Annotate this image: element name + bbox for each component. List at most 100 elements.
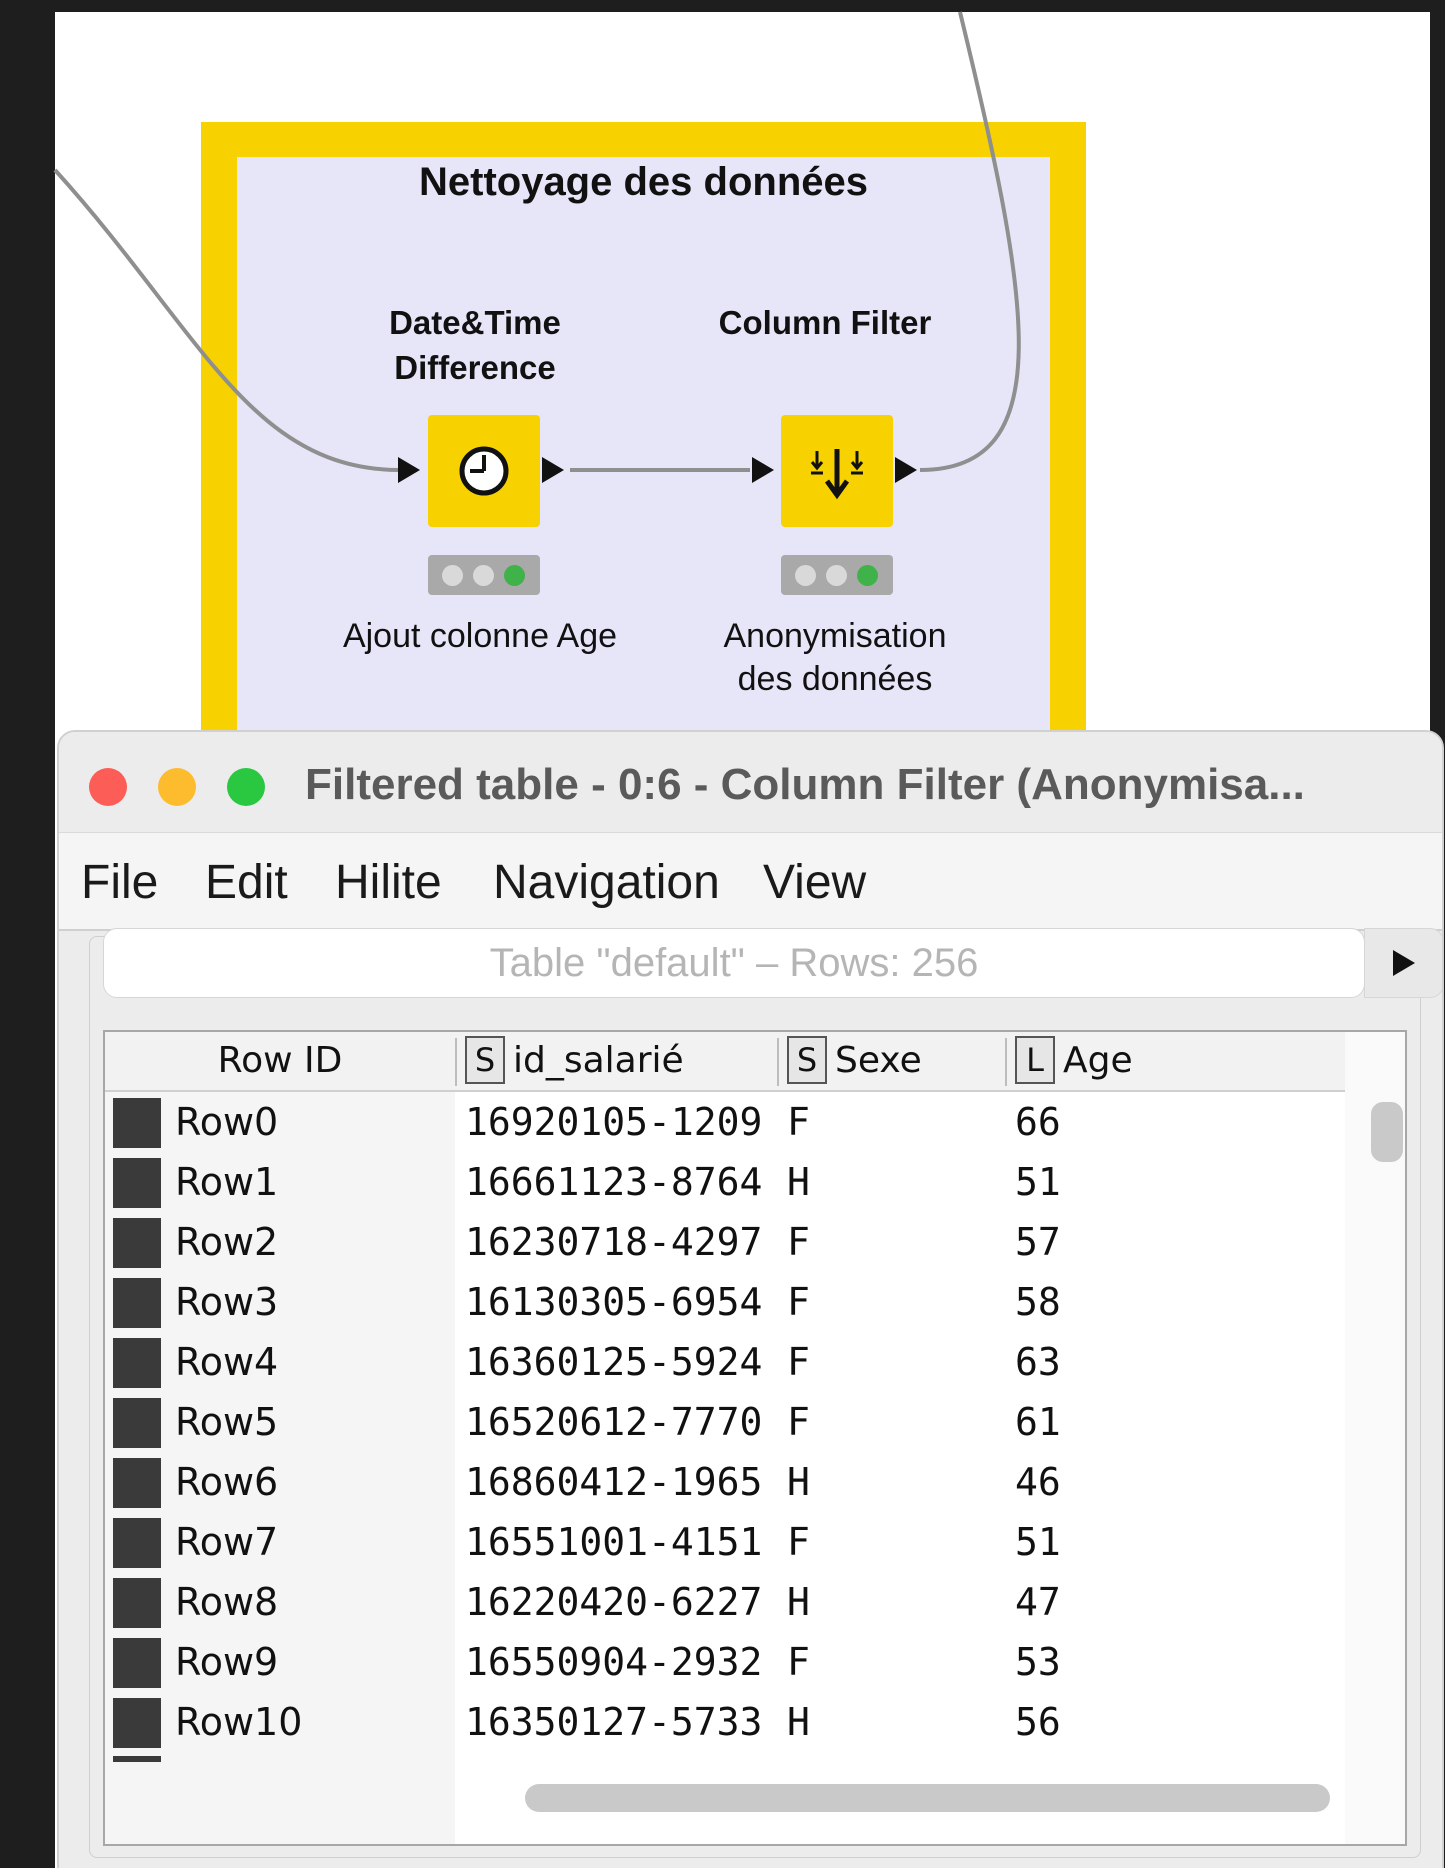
node-input-port[interactable] xyxy=(398,457,420,483)
row-color-marker xyxy=(113,1638,161,1688)
play-icon xyxy=(1393,950,1415,976)
cell-age: 53 xyxy=(1015,1640,1061,1684)
column-divider[interactable] xyxy=(1005,1038,1007,1086)
cell-sexe: H xyxy=(787,1160,810,1204)
cell-row-id: Row7 xyxy=(175,1520,279,1564)
column-header-label: Sexe xyxy=(835,1040,922,1081)
node-status-indicator xyxy=(781,555,893,595)
status-dot-green xyxy=(857,565,878,586)
connection-columnfilter-outgoing xyxy=(919,11,1021,472)
node-status-indicator xyxy=(428,555,540,595)
datetime-difference-node[interactable] xyxy=(428,415,540,527)
table-row[interactable]: Row1 16661123-8764 H 51 xyxy=(105,1152,1345,1212)
cell-age: 46 xyxy=(1015,1460,1061,1504)
column-header-rowid[interactable]: Row ID xyxy=(105,1032,455,1090)
table-name-field: Table "default" – Rows: 256 xyxy=(103,928,1365,998)
cell-id-salarie: 16220420-6227 xyxy=(465,1580,763,1624)
column-header-id-salarie[interactable]: Sid_salarié xyxy=(465,1032,765,1090)
cell-sexe: F xyxy=(787,1400,810,1444)
cell-row-id: Row8 xyxy=(175,1580,279,1624)
cell-sexe: F xyxy=(787,1520,810,1564)
connection-incoming-left xyxy=(53,168,401,472)
node-label-anonymisation[interactable]: Anonymisation des données xyxy=(680,615,990,701)
row-color-marker xyxy=(113,1458,161,1508)
row-color-marker xyxy=(113,1578,161,1628)
table-navigate-button[interactable] xyxy=(1364,928,1442,998)
column-divider[interactable] xyxy=(455,1038,457,1086)
node-output-port[interactable] xyxy=(895,457,917,483)
table-row[interactable]: Row6 16860412-1965 H 46 xyxy=(105,1452,1345,1512)
node-label-line1: Anonymisation xyxy=(723,617,947,655)
horizontal-scrollbar-thumb[interactable] xyxy=(525,1784,1330,1812)
node-name-line1: Date&Time xyxy=(389,304,561,341)
window-close-button[interactable] xyxy=(89,768,127,806)
column-filter-node[interactable] xyxy=(781,415,893,527)
node-output-port[interactable] xyxy=(542,457,564,483)
node-name-line2: Column Filter xyxy=(718,304,932,341)
cell-id-salarie: 16550904-2932 xyxy=(465,1640,763,1684)
cell-age: 58 xyxy=(1015,1280,1061,1324)
menu-file[interactable]: File xyxy=(81,855,158,910)
status-dot-red xyxy=(795,565,816,586)
clock-icon xyxy=(459,446,509,496)
cell-row-id: Row5 xyxy=(175,1400,279,1444)
node-input-port[interactable] xyxy=(752,457,774,483)
string-type-icon: S xyxy=(787,1036,827,1084)
menu-edit[interactable]: Edit xyxy=(205,855,288,910)
cell-id-salarie: 16350127-5733 xyxy=(465,1700,763,1744)
cell-sexe: H xyxy=(787,1580,810,1624)
table-row[interactable]: Row2 16230718-4297 F 57 xyxy=(105,1212,1345,1272)
status-dot-yellow xyxy=(473,565,494,586)
window-minimize-button[interactable] xyxy=(158,768,196,806)
node-label-line1: Ajout colonne Age xyxy=(342,617,618,655)
node-label-line2: des données xyxy=(737,660,933,698)
window-title: Filtered table - 0:6 - Column Filter (An… xyxy=(305,760,1305,809)
cell-age: 66 xyxy=(1015,1100,1061,1144)
column-header-sexe[interactable]: S Sexe xyxy=(787,1032,987,1090)
string-type-icon: S xyxy=(465,1036,505,1084)
menu-navigation[interactable]: Navigation xyxy=(493,855,720,910)
table-row[interactable]: Row3 16130305-6954 F 58 xyxy=(105,1272,1345,1332)
filtered-table-window[interactable]: Filtered table - 0:6 - Column Filter (An… xyxy=(57,730,1444,1868)
table-row[interactable]: Row7 16551001-4151 F 51 xyxy=(105,1512,1345,1572)
column-header-label: id_salarié xyxy=(513,1040,684,1081)
cell-row-id: Row2 xyxy=(175,1220,279,1264)
table-row[interactable]: Row4 16360125-5924 F 63 xyxy=(105,1332,1345,1392)
row-color-marker xyxy=(113,1098,161,1148)
cell-sexe: H xyxy=(787,1460,810,1504)
cell-age: 51 xyxy=(1015,1160,1061,1204)
column-divider[interactable] xyxy=(777,1038,779,1086)
node-label-ajout-colonne-age[interactable]: Ajout colonne Age xyxy=(300,615,660,658)
cell-row-id: Row10 xyxy=(175,1700,303,1744)
table-row[interactable]: Row0 16920105-1209 F 66 xyxy=(105,1092,1345,1152)
menu-view[interactable]: View xyxy=(763,855,866,910)
menu-hilite[interactable]: Hilite xyxy=(335,855,442,910)
cell-id-salarie: 16661123-8764 xyxy=(465,1160,763,1204)
row-color-marker xyxy=(113,1218,161,1268)
column-header-age[interactable]: L Age xyxy=(1015,1032,1215,1090)
table-header: Row ID Sid_salarié S Sexe L Age xyxy=(105,1032,1345,1092)
status-dot-red xyxy=(442,565,463,586)
window-maximize-button[interactable] xyxy=(227,768,265,806)
table-row[interactable]: Row8 16220420-6227 H 47 xyxy=(105,1572,1345,1632)
table-row[interactable]: Row9 16550904-2932 F 53 xyxy=(105,1632,1345,1692)
screen: Nettoyage des données Date&Time Differen… xyxy=(0,0,1445,1868)
cell-sexe: H xyxy=(787,1700,810,1744)
column-header-label: Row ID xyxy=(217,1040,343,1081)
cell-row-id: Row1 xyxy=(175,1160,279,1204)
cell-id-salarie: 16520612-7770 xyxy=(465,1400,763,1444)
cell-sexe: F xyxy=(787,1640,810,1684)
cell-age: 61 xyxy=(1015,1400,1061,1444)
row-color-marker xyxy=(113,1278,161,1328)
vertical-scrollbar-thumb[interactable] xyxy=(1371,1102,1403,1162)
window-title-bar[interactable]: Filtered table - 0:6 - Column Filter (An… xyxy=(59,732,1442,832)
row-color-marker-partial xyxy=(113,1756,161,1762)
cell-row-id: Row6 xyxy=(175,1460,279,1504)
cell-row-id: Row9 xyxy=(175,1640,279,1684)
table-row[interactable]: Row5 16520612-7770 F 61 xyxy=(105,1392,1345,1452)
cell-age: 47 xyxy=(1015,1580,1061,1624)
cell-id-salarie: 16230718-4297 xyxy=(465,1220,763,1264)
status-dot-yellow xyxy=(826,565,847,586)
table-row[interactable]: Row10 16350127-5733 H 56 xyxy=(105,1692,1345,1752)
data-table[interactable]: Row ID Sid_salarié S Sexe L Age Row0 16920 xyxy=(103,1030,1407,1846)
